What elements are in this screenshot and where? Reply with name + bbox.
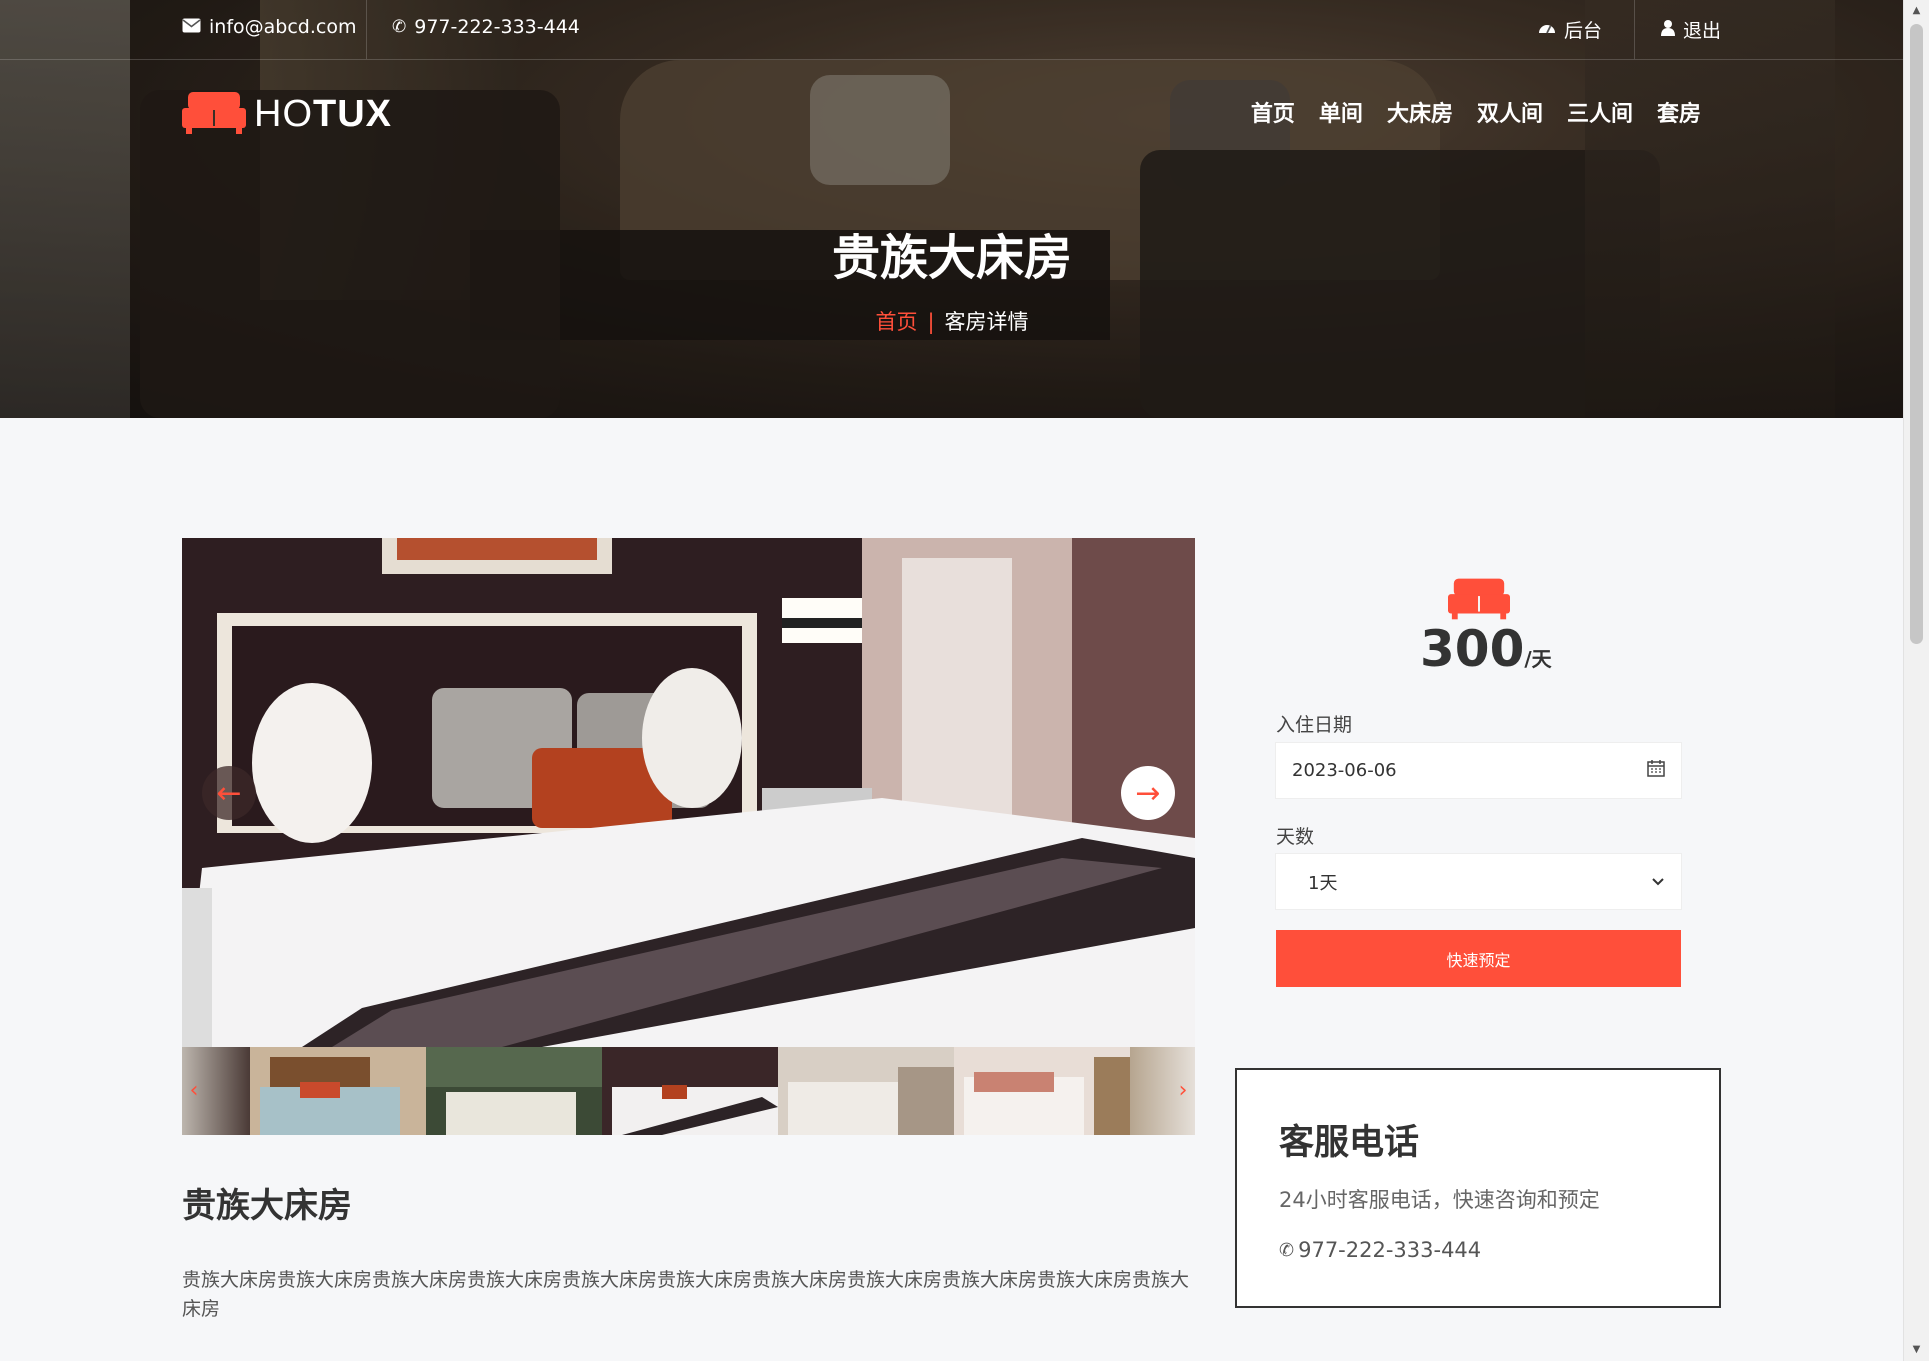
service-phone[interactable]: ✆ 977-222-333-444 — [1279, 1238, 1481, 1262]
thumbnail-strip: ‹ › — [182, 1047, 1195, 1135]
nav-item-king[interactable]: 大床房 — [1387, 96, 1453, 128]
room-price: 300/天 — [1420, 620, 1552, 678]
logo-text: HOTUX — [254, 93, 392, 136]
bed-logo-icon — [182, 90, 246, 138]
chevron-right-icon: › — [1178, 1078, 1188, 1103]
nav-item-double[interactable]: 双人间 — [1477, 96, 1543, 128]
logout-label: 退出 — [1683, 20, 1722, 42]
nav-item-home[interactable]: 首页 — [1251, 96, 1295, 128]
hero-banner: info@abcd.com ✆ 977-222-333-444 后台 退出 HO… — [0, 0, 1904, 418]
nav-item-suite[interactable]: 套房 — [1657, 96, 1701, 128]
days-label: 天数 — [1276, 826, 1315, 848]
arrow-left-icon: ← — [216, 775, 242, 811]
nav-item-triple[interactable]: 三人间 — [1567, 96, 1633, 128]
top-divider — [366, 0, 367, 59]
envelope-icon — [182, 16, 201, 38]
thumbnail[interactable] — [954, 1047, 1130, 1135]
top-email[interactable]: info@abcd.com — [182, 16, 356, 38]
top-email-text: info@abcd.com — [209, 16, 357, 38]
page-scrollbar[interactable]: ▲ ▼ — [1903, 0, 1929, 1361]
logo-text-tux: TUX — [313, 92, 392, 135]
carousel-next-button[interactable]: → — [1121, 766, 1175, 820]
thumbnail[interactable] — [250, 1047, 426, 1135]
service-description: 24小时客服电话，快速咨询和预定 — [1279, 1188, 1600, 1212]
phone-icon: ✆ — [1279, 1239, 1295, 1261]
admin-label: 后台 — [1564, 20, 1603, 42]
top-phone[interactable]: ✆ 977-222-333-444 — [392, 16, 580, 38]
top-bar: info@abcd.com ✆ 977-222-333-444 后台 退出 — [0, 0, 1904, 60]
admin-link[interactable]: 后台 — [1538, 16, 1602, 43]
logout-link[interactable]: 退出 — [1661, 16, 1721, 43]
thumbnail-prev-button[interactable]: ‹ — [182, 1077, 206, 1105]
room-photo — [182, 538, 1195, 1047]
thumbnail-image — [954, 1047, 1130, 1135]
room-main-image: ← → — [182, 538, 1195, 1047]
nav-item-single[interactable]: 单间 — [1319, 96, 1363, 128]
checkin-label: 入住日期 — [1276, 714, 1353, 736]
price-unit: /天 — [1524, 647, 1552, 671]
checkin-date-value: 2023-06-06 — [1292, 760, 1397, 781]
top-phone-text: 977-222-333-444 — [414, 16, 580, 38]
scrollbar-thumb[interactable] — [1910, 24, 1923, 644]
thumbnail[interactable] — [426, 1047, 602, 1135]
service-title: 客服电话 — [1279, 1123, 1420, 1163]
calendar-icon[interactable] — [1647, 759, 1665, 782]
thumbnail-image — [602, 1047, 778, 1135]
hero-overlay — [0, 0, 1904, 418]
thumbnail-image — [426, 1047, 602, 1135]
breadcrumb: 首页 | 客房详情 — [0, 306, 1904, 336]
breadcrumb-home[interactable]: 首页 — [875, 310, 917, 334]
site-logo[interactable]: HOTUX — [182, 90, 392, 138]
thumbnail-image — [778, 1047, 954, 1135]
checkin-date-input[interactable]: 2023-06-06 — [1276, 743, 1681, 798]
scroll-up-icon[interactable]: ▲ — [1904, 0, 1929, 22]
page: info@abcd.com ✆ 977-222-333-444 后台 退出 HO… — [0, 0, 1904, 1361]
main-nav: 首页 单间 大床房 双人间 三人间 套房 — [1251, 96, 1701, 128]
page-title: 贵族大床房 — [831, 230, 1072, 286]
customer-service-box: 客服电话 24小时客服电话，快速咨询和预定 ✆ 977-222-333-444 — [1235, 1068, 1721, 1308]
thumbnail-image — [250, 1047, 426, 1135]
logo-text-ho: HO — [254, 92, 313, 135]
arrow-right-icon: → — [1135, 775, 1161, 811]
thumbnail[interactable] — [778, 1047, 954, 1135]
room-title: 贵族大床房 — [182, 1186, 352, 1226]
phone-icon: ✆ — [392, 17, 407, 37]
top-divider — [1634, 0, 1635, 59]
room-description: 贵族大床房贵族大床房贵族大床房贵族大床房贵族大床房贵族大床房贵族大床房贵族大床房… — [182, 1269, 1190, 1320]
carousel-prev-button[interactable]: ← — [202, 766, 256, 820]
days-select-value: 1天 — [1308, 872, 1338, 894]
user-icon — [1661, 19, 1675, 41]
dashboard-icon — [1538, 19, 1556, 41]
scroll-down-icon[interactable]: ▼ — [1904, 1339, 1929, 1361]
chevron-down-icon — [1651, 871, 1665, 892]
chevron-left-icon: ‹ — [189, 1078, 199, 1103]
price-value: 300 — [1420, 620, 1525, 678]
thumbnail[interactable] — [602, 1047, 778, 1135]
quick-book-button[interactable]: 快速预定 — [1276, 930, 1681, 987]
breadcrumb-separator: | — [927, 310, 935, 334]
thumbnail-next-button[interactable]: › — [1171, 1077, 1195, 1105]
days-select[interactable]: 1天 — [1276, 854, 1681, 909]
service-phone-text: 977-222-333-444 — [1298, 1238, 1482, 1262]
bed-icon — [1448, 576, 1510, 624]
breadcrumb-current: 客房详情 — [944, 310, 1029, 334]
